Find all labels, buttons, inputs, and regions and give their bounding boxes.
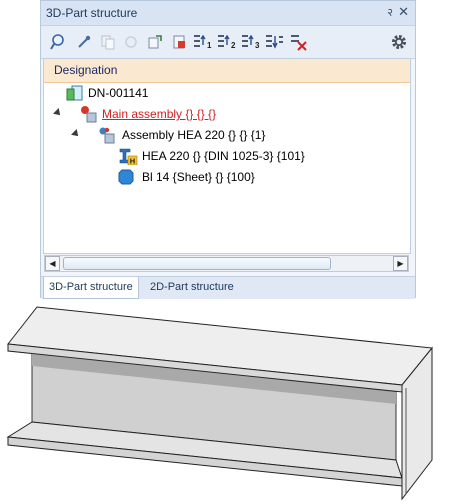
3d-viewport[interactable]	[0, 300, 454, 501]
svg-text:3: 3	[255, 41, 260, 50]
tab-2d-part-structure[interactable]: 2D-Part structure	[145, 277, 239, 298]
tree-row-label: Bl 14 {Sheet} {} {100}	[142, 170, 255, 184]
collapse-toggle-icon[interactable]	[71, 129, 81, 139]
tree-row-sheet[interactable]: Bl 14 {Sheet} {} {100}	[44, 167, 410, 187]
settings-icon[interactable]	[389, 32, 409, 52]
copy-icon[interactable]	[98, 32, 118, 52]
tree-row-hea-220[interactable]: H HEA 220 {} {DIN 1025-3} {101}	[44, 146, 410, 166]
pin-icon[interactable]: २	[387, 5, 393, 20]
paste-icon[interactable]	[169, 32, 189, 52]
panel-toolbar: 1 2 3	[41, 26, 415, 59]
tree-row-assembly-hea[interactable]: Assembly HEA 220 {} {} {1}	[44, 125, 410, 145]
designation-column-header[interactable]: Designation	[44, 59, 410, 83]
horizontal-scrollbar[interactable]: ◀ ▶	[44, 255, 409, 272]
tree-row-label: Assembly HEA 220 {} {} {1}	[122, 128, 266, 142]
beam-model-render	[6, 306, 433, 501]
export-icon[interactable]	[145, 32, 165, 52]
sort-2-icon[interactable]: 2	[217, 32, 237, 52]
tab-3d-part-structure[interactable]: 3D-Part structure	[43, 277, 139, 299]
search-icon[interactable]	[49, 32, 69, 52]
tree-view[interactable]: Designation DN-001141 Main assembly {} {…	[43, 58, 411, 254]
scroll-thumb[interactable]	[63, 257, 331, 270]
panel-title: 3D-Part structure	[46, 6, 138, 20]
eyedropper-icon[interactable]	[74, 32, 94, 52]
svg-text:1: 1	[207, 41, 212, 50]
part-structure-panel: 3D-Part structure २ ✕ 1 2 3 Designation …	[40, 0, 416, 299]
clear-icon[interactable]	[289, 32, 309, 52]
collapse-toggle-icon[interactable]	[53, 108, 63, 118]
tree-row-main-assembly[interactable]: Main assembly {} {} {}	[44, 104, 410, 124]
scroll-right-button[interactable]: ▶	[393, 256, 408, 271]
scroll-left-button[interactable]: ◀	[45, 256, 60, 271]
sort-down-icon[interactable]	[265, 32, 285, 52]
refresh-icon[interactable]	[121, 32, 141, 52]
tree-row-label: HEA 220 {} {DIN 1025-3} {101}	[142, 149, 305, 163]
tree-row-label: Main assembly {} {} {}	[102, 107, 217, 121]
panel-titlebar: 3D-Part structure २ ✕	[41, 1, 415, 26]
close-icon[interactable]: ✕	[398, 4, 409, 20]
sheet-icon	[118, 169, 134, 191]
tree-row-document[interactable]: DN-001141	[44, 83, 410, 103]
sort-1-icon[interactable]: 1	[193, 32, 213, 52]
designation-header-label: Designation	[54, 63, 118, 77]
sort-3-icon[interactable]: 3	[241, 32, 261, 52]
svg-text:H: H	[130, 157, 135, 165]
tree-row-label: DN-001141	[88, 86, 149, 100]
svg-text:2: 2	[231, 41, 236, 50]
panel-tabs: 3D-Part structure 2D-Part structure	[41, 276, 415, 299]
